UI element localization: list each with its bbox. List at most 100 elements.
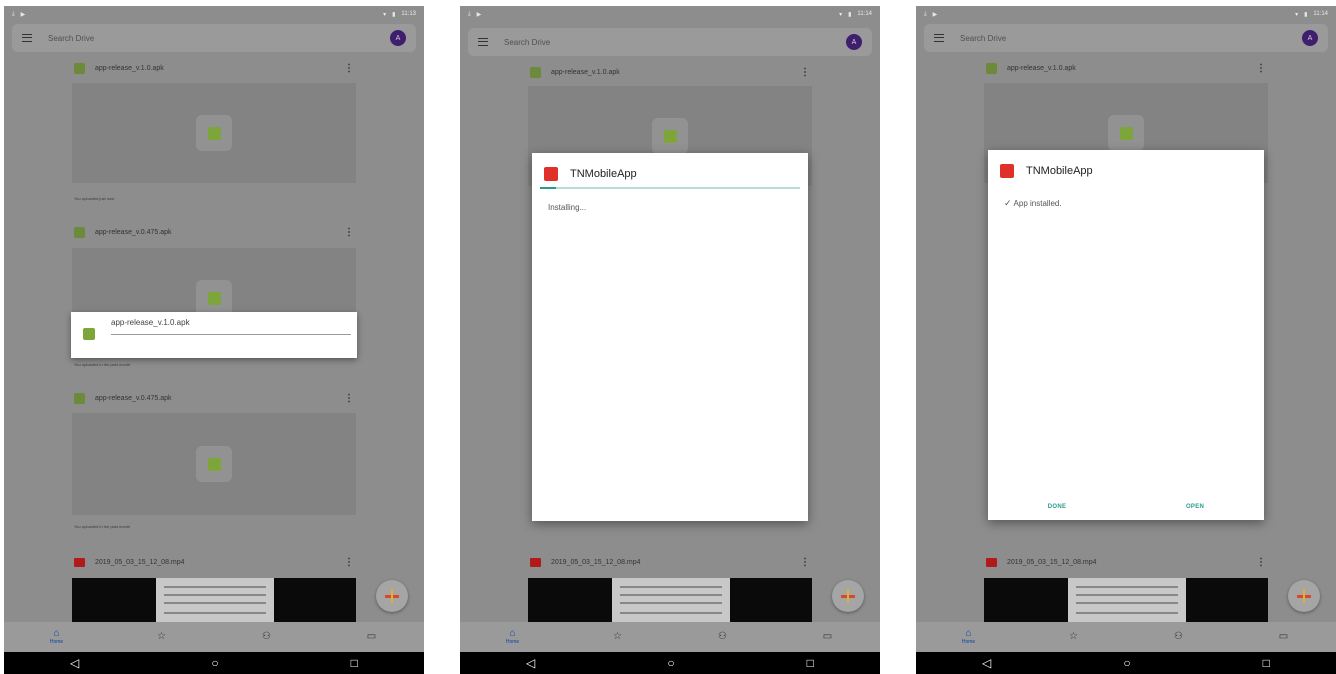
file-item[interactable]: app-release_v.0.475.apk ⋮ xyxy=(74,388,354,408)
back-icon[interactable]: ◁ xyxy=(982,656,991,670)
file-meta: You uploaded just now xyxy=(74,196,115,201)
file-preview[interactable] xyxy=(72,413,356,515)
folder-icon: ▭ xyxy=(822,631,833,642)
nav-shared[interactable]: ⚇ xyxy=(1149,632,1209,642)
file-name: app-release_v.1.0.apk xyxy=(95,64,164,72)
file-name: app-release_v.1.0.apk xyxy=(1007,64,1076,72)
play-icon: ▶ xyxy=(476,11,482,18)
status-time: 11:13 xyxy=(401,11,416,17)
more-vert-icon[interactable]: ⋮ xyxy=(344,557,354,568)
video-thumbnail[interactable] xyxy=(528,578,812,624)
file-item[interactable]: app-release_v.1.0.apk ⋮ xyxy=(986,58,1266,78)
apk-preview-icon xyxy=(196,446,232,482)
video-file-icon xyxy=(530,557,541,567)
play-icon: ▶ xyxy=(932,11,938,18)
apk-file-icon xyxy=(83,328,95,340)
file-item[interactable]: app-release_v.0.475.apk ⋮ xyxy=(74,222,354,242)
file-name: app-release_v.1.0.apk xyxy=(551,68,620,76)
battery-icon: ▮ xyxy=(1304,11,1308,18)
nav-home[interactable]: ⌂ Home xyxy=(939,629,999,646)
star-icon: ☆ xyxy=(1069,631,1078,642)
more-vert-icon[interactable]: ⋮ xyxy=(344,63,354,74)
apk-preview-icon xyxy=(1108,115,1144,151)
add-button[interactable] xyxy=(832,580,864,612)
more-vert-icon[interactable]: ⋮ xyxy=(800,67,810,78)
star-icon: ☆ xyxy=(613,631,622,642)
apk-preview-icon xyxy=(196,280,232,316)
screen-installing: ⤓ ▶ ▾ ▮ 11:14 Search Drive A app-release… xyxy=(460,6,880,674)
shared-icon: ⚇ xyxy=(718,631,727,642)
dialog-title: TNMobileApp xyxy=(570,168,637,180)
status-time: 11:14 xyxy=(857,11,872,17)
add-button[interactable] xyxy=(1288,580,1320,612)
nav-home-label: Home xyxy=(505,639,520,645)
download-popup: app-release_v.1.0.apk xyxy=(71,312,357,358)
file-item[interactable]: 2019_05_03_15_12_08.mp4 ⋮ xyxy=(986,552,1266,572)
avatar[interactable]: A xyxy=(390,30,406,46)
avatar[interactable]: A xyxy=(1302,30,1318,46)
more-vert-icon[interactable]: ⋮ xyxy=(1256,63,1266,74)
more-vert-icon[interactable]: ⋮ xyxy=(344,227,354,238)
signal-icon: ▾ xyxy=(839,11,843,18)
home-circle-icon[interactable]: ○ xyxy=(667,656,674,670)
search-bar[interactable]: Search Drive A xyxy=(924,24,1328,52)
install-dialog: TNMobileApp Installing... xyxy=(532,153,808,521)
file-preview[interactable] xyxy=(72,83,356,183)
dialog-header: TNMobileApp xyxy=(1000,164,1093,178)
more-vert-icon[interactable]: ⋮ xyxy=(1256,557,1266,568)
nav-shared[interactable]: ⚇ xyxy=(237,632,297,642)
file-item[interactable]: 2019_05_03_15_12_08.mp4 ⋮ xyxy=(530,552,810,572)
apk-file-icon xyxy=(74,62,85,74)
recents-icon[interactable]: □ xyxy=(807,656,814,670)
done-button[interactable]: DONE xyxy=(1048,504,1067,510)
nav-starred[interactable]: ☆ xyxy=(132,632,192,642)
bottom-nav: ⌂ Home ☆ ⚇ ▭ xyxy=(4,622,424,652)
nav-shared[interactable]: ⚇ xyxy=(693,632,753,642)
install-progress-bar xyxy=(540,187,800,189)
search-input[interactable]: Search Drive xyxy=(504,38,846,47)
search-input[interactable]: Search Drive xyxy=(48,34,390,43)
recents-icon[interactable]: □ xyxy=(351,656,358,670)
menu-icon[interactable] xyxy=(934,34,944,42)
menu-icon[interactable] xyxy=(22,34,32,42)
app-icon xyxy=(544,167,558,181)
more-vert-icon[interactable]: ⋮ xyxy=(344,393,354,404)
apk-file-icon xyxy=(986,62,997,74)
screen-downloading: ⤓ ▶ ▾ ▮ 11:13 Search Drive A app-release… xyxy=(4,6,424,674)
file-name: 2019_05_03_15_12_08.mp4 xyxy=(1007,558,1097,566)
check-icon: ✓ xyxy=(1004,198,1012,208)
avatar[interactable]: A xyxy=(846,34,862,50)
nav-starred[interactable]: ☆ xyxy=(1044,632,1104,642)
file-item[interactable]: 2019_05_03_15_12_08.mp4 ⋮ xyxy=(74,552,354,572)
status-time: 11:14 xyxy=(1313,11,1328,17)
nav-files[interactable]: ▭ xyxy=(798,632,858,642)
back-icon[interactable]: ◁ xyxy=(526,656,535,670)
recents-icon[interactable]: □ xyxy=(1263,656,1270,670)
menu-icon[interactable] xyxy=(478,38,488,46)
back-icon[interactable]: ◁ xyxy=(70,656,79,670)
apk-preview-icon xyxy=(652,118,688,154)
nav-files[interactable]: ▭ xyxy=(1254,632,1314,642)
file-item[interactable]: app-release_v.1.0.apk ⋮ xyxy=(74,58,354,78)
app-icon xyxy=(1000,164,1014,178)
search-input[interactable]: Search Drive xyxy=(960,34,1302,43)
more-vert-icon[interactable]: ⋮ xyxy=(800,557,810,568)
signal-icon: ▾ xyxy=(1295,11,1299,18)
install-status: Installing... xyxy=(548,203,587,212)
file-item[interactable]: app-release_v.1.0.apk ⋮ xyxy=(530,62,810,82)
apk-preview-icon xyxy=(196,115,232,151)
search-bar[interactable]: Search Drive A xyxy=(468,28,872,56)
open-button[interactable]: OPEN xyxy=(1186,504,1204,510)
video-thumbnail[interactable] xyxy=(984,578,1268,624)
nav-files[interactable]: ▭ xyxy=(342,632,402,642)
search-bar[interactable]: Search Drive A xyxy=(12,24,416,52)
add-button[interactable] xyxy=(376,580,408,612)
download-icon: ⤓ xyxy=(12,10,15,17)
nav-home[interactable]: ⌂ Home xyxy=(483,629,543,646)
nav-home[interactable]: ⌂ Home xyxy=(27,629,87,646)
home-circle-icon[interactable]: ○ xyxy=(1123,656,1130,670)
download-icon: ⤓ xyxy=(924,10,927,17)
video-thumbnail[interactable] xyxy=(72,578,356,624)
home-circle-icon[interactable]: ○ xyxy=(211,656,218,670)
nav-starred[interactable]: ☆ xyxy=(588,632,648,642)
